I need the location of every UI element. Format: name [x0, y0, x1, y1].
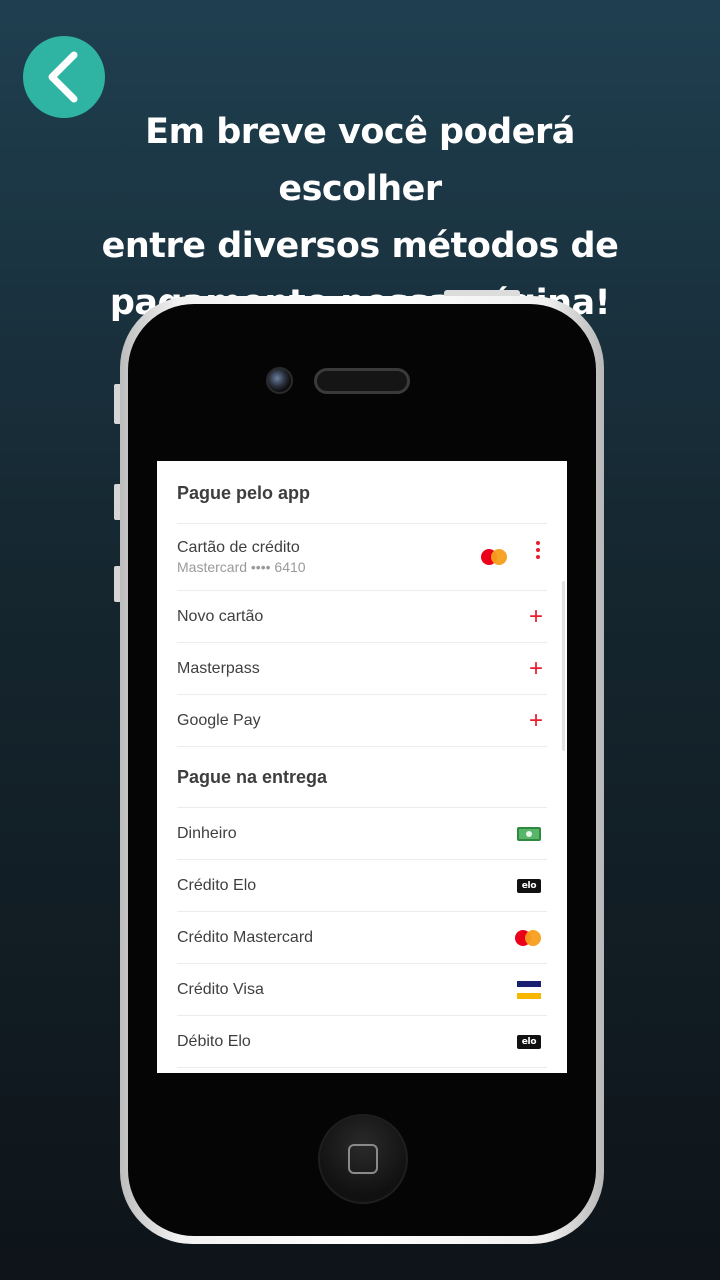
saved-card-row[interactable]: Cartão de crédito Mastercard •••• 6410 [157, 524, 567, 590]
option-label: Novo cartão [177, 608, 264, 625]
saved-card-subtitle: Mastercard •••• 6410 [177, 559, 306, 575]
section-title-delivery: Pague na entrega [177, 767, 328, 787]
mastercard-icon [515, 930, 541, 946]
headline-line-2: entre diversos métodos de [101, 226, 619, 266]
option-label: Crédito Elo [177, 877, 257, 894]
option-debit-elo[interactable]: Débito Elo elo [157, 1016, 567, 1068]
phone-screen: Pague pelo app Cartão de crédito Masterc… [157, 461, 567, 1073]
option-new-card[interactable]: Novo cartão + [157, 591, 567, 643]
option-credit-mastercard[interactable]: Crédito Mastercard [157, 912, 567, 964]
elo-icon: elo [517, 1035, 541, 1049]
home-button [318, 1114, 408, 1204]
plus-icon[interactable]: + [529, 709, 543, 733]
option-label: Dinheiro [177, 825, 237, 842]
kebab-menu-icon[interactable] [535, 541, 541, 561]
mastercard-icon [481, 549, 507, 565]
plus-icon[interactable]: + [529, 605, 543, 629]
front-camera [266, 367, 293, 394]
option-credit-visa[interactable]: Crédito Visa [157, 964, 567, 1016]
saved-card-title: Cartão de crédito [177, 539, 300, 556]
option-label: Google Pay [177, 712, 261, 729]
cash-icon [517, 827, 541, 841]
chevron-left-icon [48, 51, 78, 103]
home-square-icon [348, 1144, 378, 1174]
option-google-pay[interactable]: Google Pay + [157, 695, 567, 747]
headline-line-1: Em breve você poderá escolher [145, 112, 575, 209]
option-cash[interactable]: Dinheiro [157, 808, 567, 860]
earpiece-speaker [314, 368, 410, 394]
plus-icon[interactable]: + [529, 657, 543, 681]
section-title-app: Pague pelo app [177, 483, 311, 503]
option-label: Débito Elo [177, 1033, 251, 1050]
option-credit-elo[interactable]: Crédito Elo elo [157, 860, 567, 912]
option-label: Crédito Mastercard [177, 929, 314, 946]
option-label: Masterpass [177, 660, 260, 677]
option-label: Crédito Visa [177, 981, 264, 998]
divider [177, 746, 547, 747]
visa-icon [517, 981, 541, 999]
elo-icon: elo [517, 879, 541, 893]
divider [177, 1067, 547, 1068]
option-masterpass[interactable]: Masterpass + [157, 643, 567, 695]
